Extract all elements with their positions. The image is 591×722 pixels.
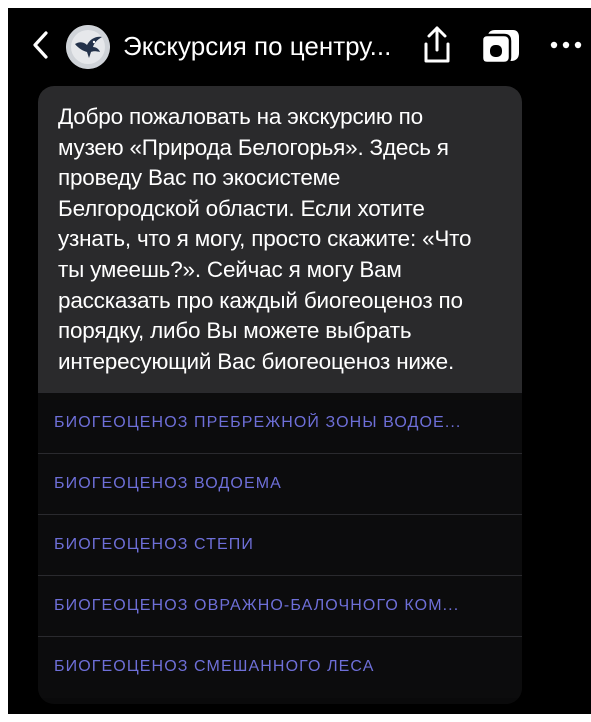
- message-text: Добро пожаловать на экскурсию по музею «…: [58, 104, 472, 374]
- suggestion-button[interactable]: БИОГЕОЦЕНОЗ ПРЕБРЕЖНОЙ ЗОНЫ ВОДОЕ...: [38, 392, 522, 454]
- suggestion-label: БИОГЕОЦЕНОЗ ВОДОЕМА: [54, 475, 282, 492]
- header-bar: Экскурсия по центру...: [8, 8, 591, 86]
- bird-avatar-icon: [66, 25, 110, 69]
- more-button[interactable]: [548, 38, 584, 52]
- suggestion-label: БИОГЕОЦЕНОЗ ПРЕБРЕЖНОЙ ЗОНЫ ВОДОЕ...: [54, 414, 462, 431]
- app-window: Экскурсия по центру... Добро пожаловать …: [8, 8, 591, 714]
- suggestion-button[interactable]: БИОГЕОЦЕНОЗ СТЕПИ: [38, 514, 522, 576]
- chat-card: Добро пожаловать на экскурсию по музею «…: [38, 86, 522, 704]
- skill-avatar: [66, 25, 110, 69]
- suggestion-button[interactable]: БИОГЕОЦЕНОЗ ВОДОЕМА: [38, 453, 522, 515]
- alice-button[interactable]: [480, 24, 522, 66]
- share-button[interactable]: [420, 24, 454, 66]
- suggestion-label: БИОГЕОЦЕНОЗ ОВРАЖНО-БАЛОЧНОГО КОМ...: [54, 597, 460, 614]
- page-title: Экскурсия по центру...: [123, 31, 392, 61]
- alice-icon: [480, 30, 519, 65]
- share-icon: [424, 26, 450, 63]
- suggestion-button[interactable]: БИОГЕОЦЕНОЗ ОВРАЖНО-БАЛОЧНОГО КОМ...: [38, 575, 522, 637]
- chevron-left-icon: [33, 31, 48, 59]
- suggestion-label: БИОГЕОЦЕНОЗ СМЕШАННОГО ЛЕСА: [54, 658, 375, 675]
- suggestion-button[interactable]: БИОГЕОЦЕНОЗ СМЕШАННОГО ЛЕСА: [38, 636, 522, 698]
- suggestion-label: БИОГЕОЦЕНОЗ СТЕПИ: [54, 536, 255, 553]
- assistant-message: Добро пожаловать на экскурсию по музею «…: [38, 86, 522, 392]
- back-button[interactable]: [30, 30, 52, 60]
- more-horizontal-icon: [550, 41, 582, 49]
